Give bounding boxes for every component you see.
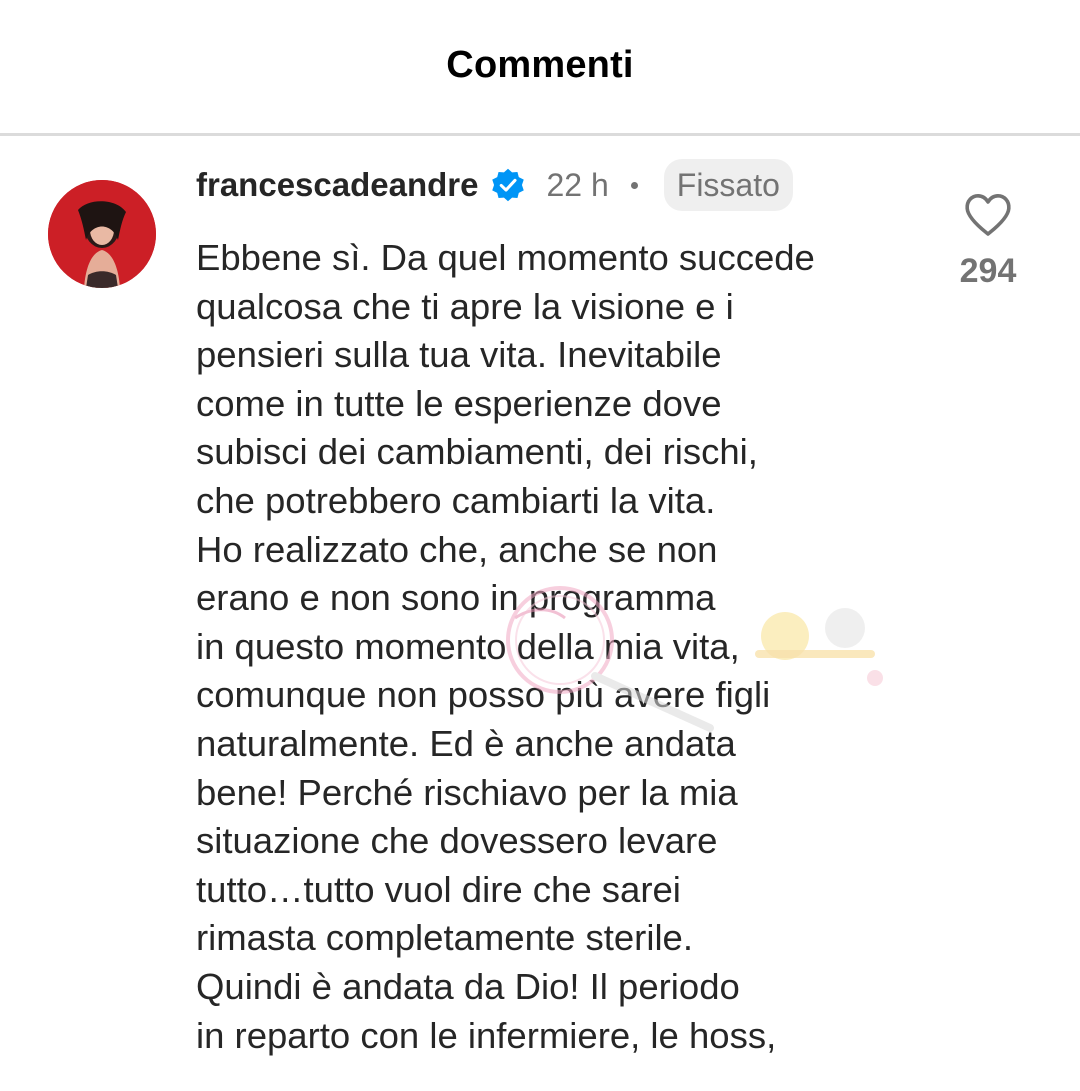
bottom-edge (0, 1076, 1080, 1091)
comment-line: comunque non posso più avere figli (196, 674, 771, 716)
comment-line: in questo momento della mia vita, (196, 625, 740, 667)
comment-line: pensieri sulla tua vita. Inevitabile (196, 334, 722, 376)
avatar-photo (48, 180, 156, 288)
comment-line: subisci dei cambiamenti, dei rischi, (196, 431, 758, 473)
comment-line: qualcosa che ti apre la visione e i (196, 285, 734, 327)
comment-line: che potrebbero cambiarti la vita. (196, 479, 716, 521)
comment-line: Ho realizzato che, anche se non (196, 528, 718, 570)
verified-badge-icon (492, 168, 525, 202)
heart-outline-icon[interactable] (963, 192, 1013, 238)
comment-timestamp: 22 h (546, 166, 609, 203)
like-control: 294 (940, 192, 1036, 291)
pinned-badge: Fissato (663, 159, 793, 211)
comment-line: Quindi è andata da Dio! Il periodo (196, 965, 740, 1007)
comment-line: in reparto con le infermiere, le hoss, (196, 1014, 777, 1056)
comment-text: Ebbene sì. Da quel momento succede qualc… (196, 234, 926, 1060)
comment-line: come in tutte le esperienze dove (196, 382, 722, 424)
comment-line: erano e non sono in programma (196, 577, 716, 619)
like-count: 294 (959, 252, 1017, 290)
comment-line: bene! Perché rischiavo per la mia (196, 771, 738, 813)
comment-line: tutto…tutto vuol dire che sarei (196, 868, 681, 910)
comment-line: naturalmente. Ed è anche andata (196, 722, 736, 764)
page-title: Commenti (446, 44, 634, 86)
separator-dot (630, 181, 638, 189)
comment-line: situazione che dovessero levare (196, 820, 718, 862)
comment-username[interactable]: francescadeandre (196, 166, 478, 204)
comments-header: Commenti (0, 0, 1080, 136)
comment-line: Ebbene sì. Da quel momento succede (196, 237, 815, 278)
avatar[interactable] (48, 180, 156, 288)
comment-meta: francescadeandre 22 h Fissato (196, 158, 793, 212)
comment-line: rimasta completamente sterile. (196, 917, 693, 959)
